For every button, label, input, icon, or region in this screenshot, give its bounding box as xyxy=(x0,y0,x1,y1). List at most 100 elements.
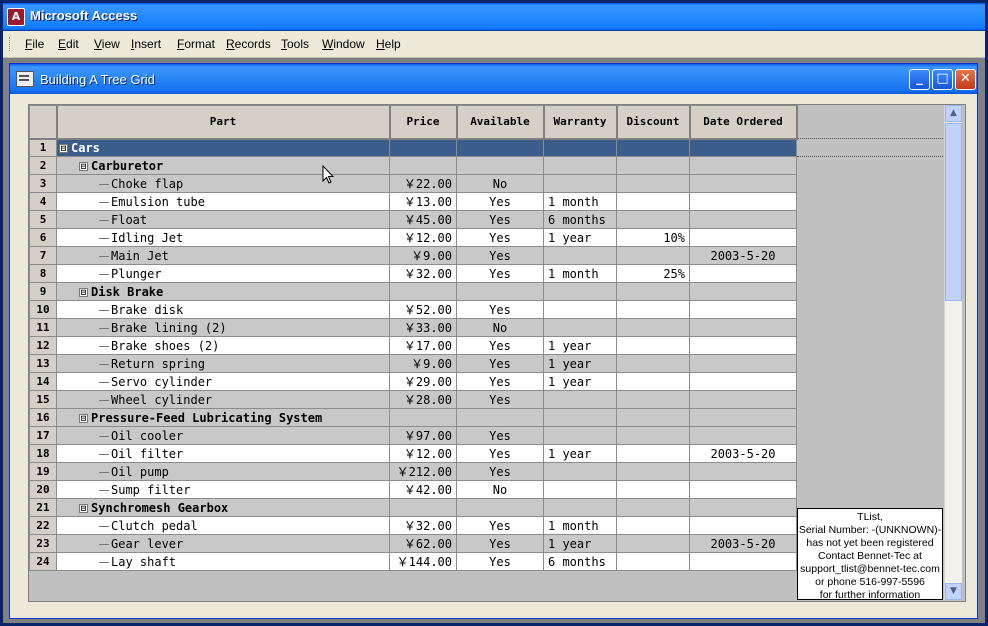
cell-part[interactable]: ⊟ Synchromesh Gearbox xyxy=(56,498,390,517)
row-header[interactable]: 2 xyxy=(29,156,57,175)
cell-part[interactable]: Gear lever xyxy=(56,534,390,553)
cell-discount[interactable] xyxy=(616,480,690,499)
cell-part[interactable]: Sump filter xyxy=(56,480,390,499)
cell-price[interactable]: ￥52.00 xyxy=(389,300,457,319)
collapse-toggle-icon[interactable]: ⊟ xyxy=(79,287,88,297)
table-row[interactable]: 10 Brake disk ￥52.00 Yes xyxy=(29,300,947,319)
collapse-toggle-icon[interactable]: ⊟ xyxy=(79,413,88,423)
collapse-toggle-icon[interactable]: ⊟ xyxy=(79,161,88,171)
menu-edit[interactable]: Edit xyxy=(58,37,79,51)
cell-avail[interactable]: No xyxy=(456,174,544,193)
cell-date[interactable] xyxy=(689,390,797,409)
cell-part[interactable]: Return spring xyxy=(56,354,390,373)
cell-avail[interactable]: Yes xyxy=(456,192,544,211)
cell-avail[interactable] xyxy=(456,282,544,301)
cell-date[interactable] xyxy=(689,336,797,355)
cell-date[interactable] xyxy=(689,138,797,157)
column-header-available[interactable]: Available xyxy=(456,105,545,140)
cell-price[interactable]: ￥12.00 xyxy=(389,444,457,463)
cell-warranty[interactable]: 6 months xyxy=(543,552,617,571)
menu-tools[interactable]: Tools xyxy=(281,37,309,51)
column-header-warranty[interactable]: Warranty xyxy=(543,105,618,140)
table-row[interactable]: 20 Sump filter ￥42.00 No xyxy=(29,480,947,499)
cell-avail[interactable]: Yes xyxy=(456,426,544,445)
cell-price[interactable]: ￥29.00 xyxy=(389,372,457,391)
cell-warranty[interactable]: 1 year xyxy=(543,228,617,247)
cell-price[interactable]: ￥42.00 xyxy=(389,480,457,499)
cell-date[interactable] xyxy=(689,408,797,427)
cell-price[interactable]: ￥13.00 xyxy=(389,192,457,211)
cell-date[interactable] xyxy=(689,282,797,301)
scroll-up-icon[interactable]: ▲ xyxy=(945,105,962,122)
cell-part[interactable]: Servo cylinder xyxy=(56,372,390,391)
cell-date[interactable] xyxy=(689,498,797,517)
row-header[interactable]: 1 xyxy=(29,138,57,157)
row-header[interactable]: 18 xyxy=(29,444,57,463)
cell-avail[interactable] xyxy=(456,408,544,427)
cell-part[interactable]: Oil pump xyxy=(56,462,390,481)
cell-part[interactable]: Float xyxy=(56,210,390,229)
cell-warranty[interactable] xyxy=(543,282,617,301)
cell-warranty[interactable]: 1 month xyxy=(543,192,617,211)
cell-discount[interactable] xyxy=(616,138,690,157)
access-icon[interactable]: A xyxy=(7,8,25,26)
cell-avail[interactable]: Yes xyxy=(456,516,544,535)
row-header[interactable]: 5 xyxy=(29,210,57,229)
close-button[interactable]: ✕ xyxy=(955,69,976,90)
cell-warranty[interactable]: 1 month xyxy=(543,516,617,535)
cell-warranty[interactable] xyxy=(543,246,617,265)
table-row[interactable]: 1 ⊟ Cars xyxy=(29,138,947,157)
column-header-date-ordered[interactable]: Date Ordered xyxy=(689,105,798,140)
cell-discount[interactable] xyxy=(616,192,690,211)
child-titlebar[interactable]: Building A Tree Grid _ □ ✕ xyxy=(10,64,977,94)
table-row[interactable]: 18 Oil filter ￥12.00 Yes 1 year 2003-5-20 xyxy=(29,444,947,463)
cell-date[interactable]: 2003-5-20 xyxy=(689,246,797,265)
cell-part[interactable]: ⊟ Cars xyxy=(56,138,390,157)
cell-date[interactable] xyxy=(689,354,797,373)
cell-part[interactable]: Brake lining (2) xyxy=(56,318,390,337)
cell-discount[interactable] xyxy=(616,552,690,571)
table-row[interactable]: 17 Oil cooler ￥97.00 Yes xyxy=(29,426,947,445)
cell-avail[interactable]: Yes xyxy=(456,264,544,283)
table-row[interactable]: 12 Brake shoes (2) ￥17.00 Yes 1 year xyxy=(29,336,947,355)
table-row[interactable]: 4 Emulsion tube ￥13.00 Yes 1 month xyxy=(29,192,947,211)
cell-price[interactable]: ￥144.00 xyxy=(389,552,457,571)
cell-warranty[interactable] xyxy=(543,174,617,193)
cell-discount[interactable] xyxy=(616,318,690,337)
table-row[interactable]: 7 Main Jet ￥9.00 Yes 2003-5-20 xyxy=(29,246,947,265)
row-header[interactable]: 9 xyxy=(29,282,57,301)
cell-price[interactable]: ￥212.00 xyxy=(389,462,457,481)
cell-discount[interactable] xyxy=(616,426,690,445)
row-header[interactable]: 10 xyxy=(29,300,57,319)
cell-avail[interactable]: Yes xyxy=(456,210,544,229)
cell-part[interactable]: ⊟ Disk Brake xyxy=(56,282,390,301)
cell-price[interactable] xyxy=(389,156,457,175)
menu-file[interactable]: File xyxy=(25,37,44,51)
cell-date[interactable] xyxy=(689,426,797,445)
cell-avail[interactable] xyxy=(456,156,544,175)
row-header[interactable]: 22 xyxy=(29,516,57,535)
menu-format[interactable]: Format xyxy=(177,37,215,51)
cell-price[interactable] xyxy=(389,498,457,517)
cell-price[interactable] xyxy=(389,282,457,301)
row-header[interactable]: 21 xyxy=(29,498,57,517)
cell-warranty[interactable]: 1 year xyxy=(543,354,617,373)
cell-avail[interactable]: Yes xyxy=(456,444,544,463)
cell-avail[interactable]: Yes xyxy=(456,372,544,391)
row-header[interactable]: 17 xyxy=(29,426,57,445)
table-row[interactable]: 15 Wheel cylinder ￥28.00 Yes xyxy=(29,390,947,409)
row-header[interactable]: 14 xyxy=(29,372,57,391)
cell-discount[interactable] xyxy=(616,336,690,355)
table-row[interactable]: 19 Oil pump ￥212.00 Yes xyxy=(29,462,947,481)
cell-avail[interactable]: Yes xyxy=(456,462,544,481)
row-header[interactable]: 8 xyxy=(29,264,57,283)
table-row[interactable]: 9 ⊟ Disk Brake xyxy=(29,282,947,301)
cell-discount[interactable] xyxy=(616,282,690,301)
table-row[interactable]: 13 Return spring ￥9.00 Yes 1 year xyxy=(29,354,947,373)
row-header[interactable]: 13 xyxy=(29,354,57,373)
cell-warranty[interactable]: 1 year xyxy=(543,372,617,391)
cell-price[interactable]: ￥33.00 xyxy=(389,318,457,337)
cell-discount[interactable] xyxy=(616,300,690,319)
app-titlebar[interactable]: A Microsoft Access xyxy=(3,3,985,31)
cell-part[interactable]: Choke flap xyxy=(56,174,390,193)
